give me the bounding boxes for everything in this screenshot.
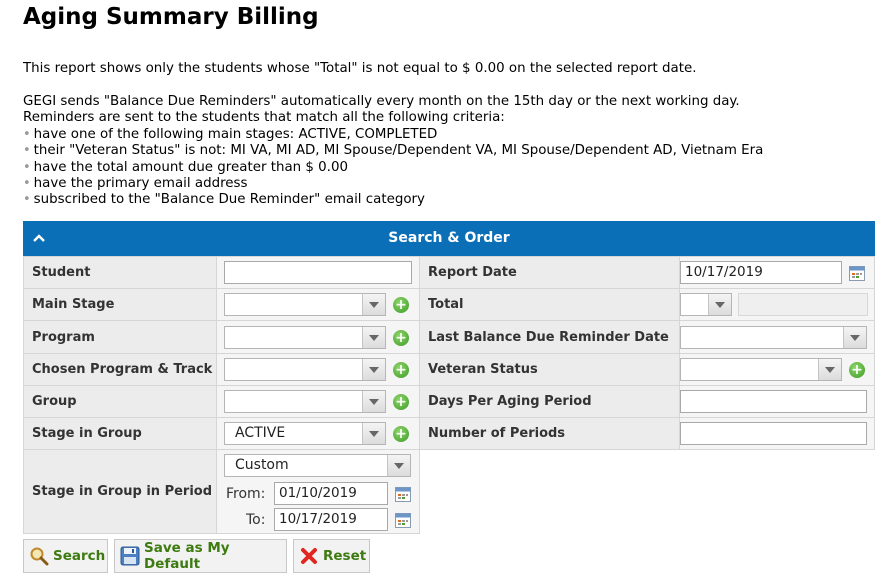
- bullet-icon: •: [23, 176, 31, 192]
- days-per-aging-period-label: Days Per Aging Period: [419, 385, 680, 418]
- criteria-item: • have the primary email address: [23, 176, 248, 192]
- student-cell: [216, 256, 420, 289]
- chosen-program-track-label: Chosen Program & Track: [23, 353, 217, 386]
- calendar-icon[interactable]: [849, 265, 865, 281]
- magnifier-icon: [29, 546, 49, 566]
- main-stage-select[interactable]: [224, 293, 386, 316]
- bullet-icon: •: [23, 159, 31, 175]
- chevron-down-icon[interactable]: [362, 391, 385, 412]
- calendar-icon[interactable]: [395, 512, 411, 528]
- bullet-icon: •: [23, 192, 31, 208]
- group-cell: +: [216, 385, 420, 418]
- report-date-input[interactable]: 10/17/2019: [680, 261, 842, 284]
- chevron-down-icon[interactable]: [843, 327, 866, 348]
- reset-button[interactable]: Reset: [293, 539, 370, 573]
- days-per-aging-period-cell: [679, 385, 875, 418]
- to-label: To:: [246, 512, 266, 528]
- search-button-label: Search: [53, 548, 106, 564]
- plus-circle-icon[interactable]: +: [393, 330, 409, 346]
- red-x-icon: [299, 546, 319, 566]
- student-input[interactable]: [224, 261, 412, 284]
- floppy-disk-icon: [120, 546, 140, 566]
- group-label: Group: [23, 385, 217, 418]
- main-stage-label: Main Stage: [23, 288, 217, 321]
- chevron-down-icon[interactable]: [818, 359, 841, 380]
- reminders-info: GEGI sends "Balance Due Reminders" autom…: [23, 94, 763, 209]
- reminders-criteria-intro: Reminders are sent to the students that …: [23, 110, 505, 126]
- plus-circle-icon[interactable]: +: [849, 362, 865, 378]
- chevron-down-icon[interactable]: [362, 359, 385, 380]
- chevron-up-icon[interactable]: [31, 221, 47, 256]
- group-select[interactable]: [224, 390, 386, 413]
- criteria-item: • have the total amount due greater than …: [23, 159, 348, 175]
- total-label: Total: [419, 288, 680, 321]
- chevron-down-icon[interactable]: [362, 423, 385, 444]
- number-of-periods-input[interactable]: [680, 422, 867, 445]
- panel-header[interactable]: Search & Order: [23, 221, 875, 256]
- last-reminder-date-select[interactable]: [680, 326, 867, 349]
- report-description: This report shows only the students whos…: [23, 61, 697, 76]
- veteran-status-select[interactable]: [680, 358, 842, 381]
- to-date-input[interactable]: 10/17/2019: [274, 508, 388, 531]
- search-button[interactable]: Search: [23, 539, 108, 573]
- save-as-default-button[interactable]: Save as My Default: [114, 539, 287, 573]
- chosen-program-track-select[interactable]: [224, 358, 386, 381]
- last-reminder-date-label: Last Balance Due Reminder Date: [419, 320, 680, 354]
- reset-button-label: Reset: [323, 548, 367, 564]
- days-per-aging-period-input[interactable]: [680, 390, 867, 413]
- stage-in-group-cell: ACTIVE +: [216, 417, 420, 450]
- page-title: Aging Summary Billing: [23, 4, 319, 30]
- bullet-icon: •: [23, 126, 31, 142]
- bullet-icon: •: [23, 143, 31, 159]
- from-label: From:: [226, 486, 266, 502]
- report-date-label: Report Date: [419, 256, 680, 289]
- number-of-periods-label: Number of Periods: [419, 417, 680, 450]
- stage-in-group-period-label: Stage in Group in Period: [23, 449, 217, 534]
- from-date-input[interactable]: 01/10/2019: [274, 482, 388, 505]
- plus-circle-icon[interactable]: +: [393, 362, 409, 378]
- search-order-panel: Search & Order Student Report Date 10/17…: [23, 221, 875, 534]
- criteria-item: • have one of the following main stages: …: [23, 126, 438, 142]
- stage-in-group-label: Stage in Group: [23, 417, 217, 450]
- plus-circle-icon[interactable]: +: [393, 426, 409, 442]
- panel-title: Search & Order: [388, 230, 510, 246]
- veteran-status-cell: +: [679, 353, 875, 386]
- criteria-item: • their "Veteran Status" is not: MI VA, M…: [23, 143, 764, 159]
- criteria-item: • subscribed to the "Balance Due Reminder…: [23, 192, 425, 208]
- chosen-program-track-cell: +: [216, 353, 420, 386]
- last-reminder-date-cell: [679, 320, 875, 354]
- calendar-icon[interactable]: [395, 486, 411, 502]
- chevron-down-icon[interactable]: [708, 294, 731, 315]
- program-cell: +: [216, 320, 420, 354]
- total-operator-select[interactable]: [680, 293, 732, 316]
- chevron-down-icon[interactable]: [387, 455, 410, 476]
- number-of-periods-cell: [679, 417, 875, 450]
- stage-in-group-period-select[interactable]: Custom: [224, 454, 411, 477]
- plus-circle-icon[interactable]: +: [393, 394, 409, 410]
- chevron-down-icon[interactable]: [362, 327, 385, 348]
- report-date-cell: 10/17/2019: [679, 256, 875, 289]
- chevron-down-icon[interactable]: [362, 294, 385, 315]
- program-label: Program: [23, 320, 217, 354]
- save-as-default-label: Save as My Default: [144, 540, 230, 572]
- total-cell: [679, 288, 875, 321]
- plus-circle-icon[interactable]: +: [393, 297, 409, 313]
- reminders-schedule-text: GEGI sends "Balance Due Reminders" autom…: [23, 94, 740, 109]
- veteran-status-label: Veteran Status: [419, 353, 680, 386]
- stage-in-group-period-cell: Custom From: 01/10/2019 To: 10/17/2019: [216, 449, 420, 534]
- main-stage-cell: +: [216, 288, 420, 321]
- stage-in-group-select[interactable]: ACTIVE: [224, 422, 386, 445]
- total-amount-input[interactable]: [738, 293, 868, 316]
- program-select[interactable]: [224, 326, 386, 349]
- student-label: Student: [23, 256, 217, 289]
